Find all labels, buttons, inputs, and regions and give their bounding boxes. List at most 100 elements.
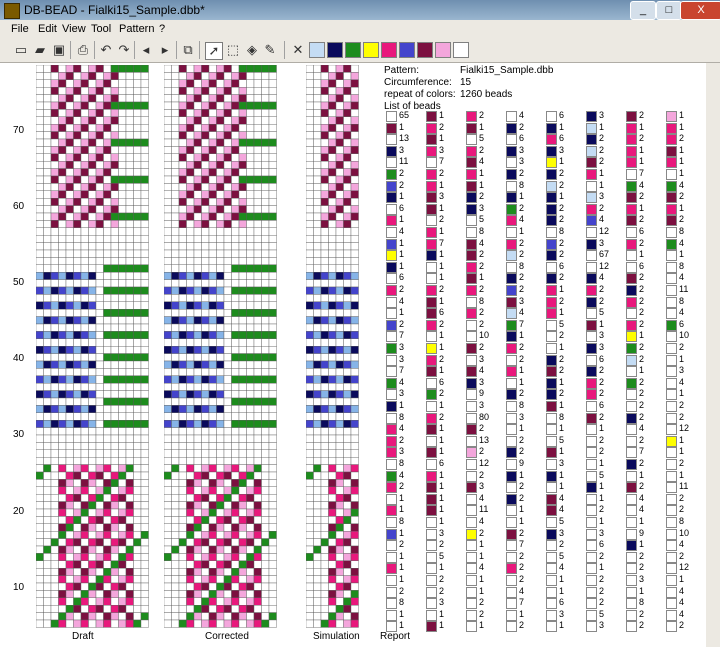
bead-cell[interactable] — [320, 286, 329, 295]
bead-cell[interactable] — [178, 434, 187, 443]
bead-cell[interactable] — [164, 479, 172, 487]
bead-cell[interactable] — [133, 427, 142, 436]
bead-cell[interactable] — [50, 346, 59, 354]
bead-cell[interactable] — [43, 605, 52, 613]
bead-cell[interactable] — [261, 227, 270, 236]
bead-cell[interactable] — [88, 294, 97, 302]
bead-cell[interactable] — [73, 286, 82, 295]
bead-cell[interactable] — [88, 65, 97, 73]
bead-cell[interactable] — [164, 420, 172, 428]
bead-cell[interactable] — [95, 294, 104, 302]
bead-cell[interactable] — [65, 375, 74, 384]
bead-cell[interactable] — [58, 464, 67, 473]
bead-cell[interactable] — [313, 560, 322, 569]
bead-cell[interactable] — [133, 597, 142, 606]
bead-cell[interactable] — [65, 353, 74, 362]
bead-cell[interactable] — [246, 175, 255, 184]
bead-cell[interactable] — [216, 612, 225, 621]
bead-cell[interactable] — [58, 553, 67, 561]
bead-cell[interactable] — [88, 420, 97, 428]
bead-cell[interactable] — [58, 508, 67, 517]
bead-cell[interactable] — [335, 234, 344, 243]
palette-swatch[interactable] — [399, 42, 415, 58]
bead-cell[interactable] — [231, 412, 240, 421]
bead-cell[interactable] — [43, 323, 52, 332]
bead-cell[interactable] — [306, 234, 314, 243]
bead-cell[interactable] — [36, 294, 44, 302]
bead-cell[interactable] — [193, 87, 202, 95]
bead-cell[interactable] — [43, 242, 52, 251]
bead-cell[interactable] — [171, 457, 180, 465]
bead-cell[interactable] — [133, 353, 142, 362]
bead-cell[interactable] — [238, 390, 247, 399]
bead-cell[interactable] — [73, 234, 82, 243]
bead-cell[interactable] — [65, 427, 74, 436]
bead-cell[interactable] — [306, 175, 314, 184]
bead-cell[interactable] — [58, 183, 67, 192]
bead-cell[interactable] — [118, 124, 127, 132]
bead-cell[interactable] — [133, 131, 142, 140]
bead-cell[interactable] — [350, 160, 359, 169]
bead-cell[interactable] — [133, 605, 142, 613]
bead-cell[interactable] — [50, 582, 59, 591]
bead-cell[interactable] — [208, 412, 217, 421]
bead-cell[interactable] — [216, 94, 225, 103]
bead-cell[interactable] — [253, 316, 262, 325]
bead-cell[interactable] — [350, 568, 359, 576]
bead-cell[interactable] — [201, 508, 210, 517]
bead-cell[interactable] — [133, 442, 142, 450]
bead-cell[interactable] — [73, 508, 82, 517]
bead-cell[interactable] — [80, 286, 89, 295]
bead-cell[interactable] — [216, 160, 225, 169]
bead-cell[interactable] — [43, 501, 52, 510]
bead-cell[interactable] — [118, 138, 127, 147]
bead-cell[interactable] — [110, 87, 119, 95]
bead-cell[interactable] — [186, 420, 195, 428]
bead-cell[interactable] — [268, 94, 277, 103]
bead-cell[interactable] — [268, 464, 277, 473]
bead-cell[interactable] — [246, 405, 255, 413]
bead-cell[interactable] — [238, 331, 247, 339]
bead-cell[interactable] — [73, 146, 82, 155]
bead-cell[interactable] — [95, 383, 104, 391]
bead-cell[interactable] — [350, 420, 359, 428]
bead-cell[interactable] — [320, 212, 329, 221]
bead-cell[interactable] — [223, 138, 232, 147]
bead-cell[interactable] — [178, 87, 187, 95]
bead-cell[interactable] — [118, 464, 127, 473]
bead-cell[interactable] — [65, 316, 74, 325]
bead-cell[interactable] — [268, 338, 277, 347]
bead-cell[interactable] — [133, 360, 142, 369]
bead-cell[interactable] — [246, 257, 255, 265]
bead-cell[interactable] — [306, 501, 314, 510]
bead-cell[interactable] — [110, 486, 119, 495]
bead-cell[interactable] — [335, 331, 344, 339]
bead-cell[interactable] — [313, 308, 322, 317]
bead-cell[interactable] — [208, 175, 217, 184]
bead-cell[interactable] — [50, 405, 59, 413]
bead-cell[interactable] — [65, 434, 74, 443]
bead-cell[interactable] — [58, 568, 67, 576]
bead-cell[interactable] — [73, 153, 82, 162]
bead-cell[interactable] — [65, 360, 74, 369]
bead-cell[interactable] — [140, 279, 149, 288]
bead-cell[interactable] — [186, 375, 195, 384]
bead-cell[interactable] — [343, 242, 352, 251]
bead-cell[interactable] — [103, 375, 112, 384]
bead-cell[interactable] — [103, 427, 112, 436]
bead-cell[interactable] — [140, 138, 149, 147]
bead-cell[interactable] — [73, 264, 82, 273]
bead-cell[interactable] — [343, 72, 352, 81]
bead-cell[interactable] — [216, 457, 225, 465]
bead-cell[interactable] — [253, 249, 262, 258]
bead-cell[interactable] — [328, 301, 337, 310]
bead-cell[interactable] — [343, 205, 352, 214]
bead-cell[interactable] — [268, 175, 277, 184]
bead-cell[interactable] — [320, 190, 329, 199]
bead-cell[interactable] — [140, 553, 149, 561]
bead-cell[interactable] — [328, 168, 337, 177]
bead-cell[interactable] — [223, 116, 232, 125]
bead-cell[interactable] — [223, 375, 232, 384]
bead-cell[interactable] — [335, 368, 344, 376]
bead-cell[interactable] — [65, 390, 74, 399]
